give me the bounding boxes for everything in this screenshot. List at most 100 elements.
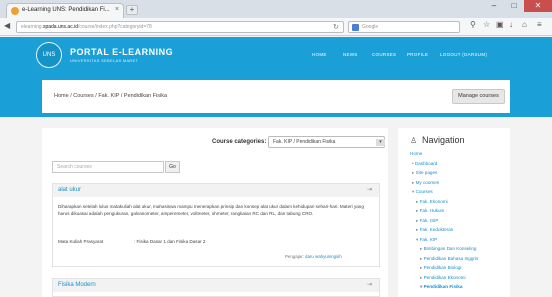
- search-courses-input[interactable]: Search courses: [52, 161, 164, 173]
- tree-marker-icon: ▸: [420, 265, 423, 270]
- sidebar-item-label: Courses: [415, 189, 433, 194]
- url-text: elearning.spada.uns.ac.id/course/index.p…: [21, 24, 152, 30]
- sidebar-item-label: Fak. ISIP: [419, 217, 439, 223]
- tree-marker-icon: ▸: [412, 179, 415, 185]
- sidebar-item-label: Fak. KIP: [419, 236, 438, 242]
- sidebar-item[interactable]: ▸ Pendidikan Ekonomi: [420, 275, 465, 281]
- menu-home[interactable]: HOME: [312, 52, 327, 57]
- sidebar-item-label: Pendidikan Fisika: [423, 284, 463, 289]
- sidebar-item-label: Site pages: [415, 170, 438, 175]
- tree-marker-icon: ▸: [416, 198, 419, 204]
- site-header: UNS PORTAL E-LEARNING UNIVERSITAS SEBELA…: [0, 37, 552, 75]
- sidebar-item[interactable]: ▾ Pendidikan Fisika: [420, 284, 462, 290]
- chevron-down-icon: ▾: [376, 139, 385, 146]
- sidebar-item[interactable]: ▾ Fak. KIP: [416, 237, 437, 243]
- menu-profile[interactable]: PROFILE: [407, 52, 428, 57]
- sidebar-item[interactable]: ▾ Courses: [412, 189, 433, 195]
- sidebar-item-label: Home: [410, 151, 423, 156]
- back-arrow-icon[interactable]: ◀: [4, 21, 10, 30]
- prerequisite-value: : Fisika Dasar 1 dan Fisika Dasar 2: [134, 239, 206, 244]
- menu-courses[interactable]: COURSES: [372, 52, 396, 57]
- window-close-button[interactable]: ✕: [524, 0, 552, 12]
- tab-close-icon[interactable]: ×: [115, 6, 119, 13]
- course-box: alat ukur ⇥ Diharapkan setelah lulus mat…: [52, 183, 380, 267]
- tree-marker-icon: ▸: [420, 246, 423, 251]
- new-tab-button[interactable]: +: [126, 5, 138, 15]
- menu-news[interactable]: NEWS: [343, 52, 358, 57]
- teacher-link[interactable]: daru wahyuningsih: [305, 254, 342, 259]
- search-icon[interactable]: ⚲: [470, 20, 476, 29]
- search-courses-placeholder: Search courses: [57, 164, 92, 170]
- sidebar-item-label: Pendidikan Bahasa Inggris: [423, 255, 479, 261]
- course-category-value: Fak. KIP / Pendidikan Fisika: [273, 139, 336, 145]
- tree-marker-icon: ▸: [416, 227, 419, 232]
- course-title-link[interactable]: alat ukur: [58, 187, 81, 193]
- course-header: alat ukur ⇥: [53, 184, 379, 197]
- breadcrumb[interactable]: Home / Courses / Fak. KIP / Pendidikan F…: [54, 93, 167, 99]
- tab-title: e-Learning UNS: Pendidikan Fi...: [22, 7, 110, 13]
- go-button[interactable]: Go: [165, 161, 180, 173]
- sidebar-item-label: My courses: [415, 179, 440, 185]
- sidebar-item[interactable]: ▸ Fak. Kedokteran: [416, 227, 453, 233]
- sidebar-item[interactable]: ▸ Fak. Ekonomi: [416, 199, 448, 205]
- menu-icon[interactable]: ≡: [537, 20, 542, 29]
- search-engine-icon: [352, 24, 359, 31]
- manage-courses-button[interactable]: Manage courses: [452, 89, 505, 104]
- star-icon[interactable]: ☆: [483, 20, 490, 29]
- browser-search-placeholder: Google: [362, 24, 379, 30]
- sidebar-item-label: Bimbingan Dan Konseling: [423, 246, 477, 251]
- tree-marker-icon: ▸: [412, 170, 415, 175]
- sidebar-item-label: Fak. Kedokteran: [419, 227, 454, 232]
- home-icon[interactable]: ⌂: [522, 20, 527, 29]
- tree-marker-icon: ▾: [416, 236, 419, 242]
- sidebar-item-label: Pendidikan Biologi: [423, 265, 462, 270]
- clipboard-icon[interactable]: ▣: [496, 20, 504, 29]
- url-bar[interactable]: elearning.spada.uns.ac.id/course/index.p…: [16, 21, 344, 33]
- reload-icon[interactable]: ↻: [333, 23, 339, 31]
- navigation-block: ♙ Navigation Home • Dashboard ▸ Site pages…: [398, 128, 510, 297]
- enrol-icon[interactable]: ⇥: [367, 186, 372, 193]
- browser-tab-bar: e-Learning UNS: Pendidikan Fi... × + – □…: [0, 0, 552, 18]
- sidebar-item[interactable]: ▸ Pendidikan Biologi: [420, 265, 461, 271]
- tree-marker-icon: ▸: [420, 255, 423, 261]
- sidebar-item[interactable]: ▸ Site pages: [412, 170, 437, 176]
- sidebar-item-label: Fak. Hukum: [419, 208, 445, 213]
- uns-logo[interactable]: UNS: [36, 42, 62, 68]
- breadcrumb-bar: Home / Courses / Fak. KIP / Pendidikan F…: [42, 80, 510, 113]
- sidebar-item[interactable]: ▸ Fak. Hukum: [416, 208, 444, 214]
- sidebar-item[interactable]: ▸ Pendidikan Bahasa Inggris: [420, 256, 478, 262]
- browser-search-box[interactable]: Google: [348, 21, 460, 33]
- course-box: Fisika Modern ⇥: [52, 278, 380, 297]
- tree-marker-icon: ▸: [420, 274, 423, 280]
- sidebar-item[interactable]: ▸ My courses: [412, 180, 439, 186]
- browser-tab[interactable]: e-Learning UNS: Pendidikan Fi... ×: [6, 3, 124, 18]
- site-subtitle: UNIVERSITAS SEBELAS MARET: [70, 58, 139, 63]
- moodle-favicon-icon: [11, 7, 19, 15]
- window-maximize-button[interactable]: □: [504, 0, 524, 12]
- sidebar-item-label: Fak. Ekonomi: [419, 198, 448, 204]
- tree-marker-icon: ▾: [420, 284, 423, 289]
- tree-marker-icon: ▾: [412, 189, 415, 194]
- sidebar-item[interactable]: ▸ Bimbingan Dan Konseling: [420, 246, 476, 252]
- site-name[interactable]: PORTAL E-LEARNING: [70, 47, 173, 57]
- menu-logout[interactable]: LOGOUT (DARSUM): [440, 52, 487, 57]
- navigation-title: Navigation: [422, 135, 465, 145]
- course-description: Diharapkan setelah lulus matakuliah alat…: [58, 204, 364, 216]
- download-icon[interactable]: ↓: [509, 20, 513, 29]
- course-category-select[interactable]: Fak. KIP / Pendidikan Fisika ▾: [268, 136, 385, 148]
- course-header: Fisika Modern ⇥: [53, 279, 379, 292]
- prerequisite-label: Mata Kuliah Prasyarat: [58, 239, 104, 244]
- main-content: Course categories: Fak. KIP / Pendidikan…: [42, 128, 388, 297]
- sidebar-item[interactable]: Home: [410, 151, 422, 156]
- tree-marker-icon: ▸: [416, 208, 419, 213]
- course-categories-label: Course categories:: [212, 139, 267, 145]
- tree-marker-icon: •: [412, 160, 414, 166]
- course-title-link[interactable]: Fisika Modern: [58, 282, 96, 288]
- window-minimize-button[interactable]: –: [484, 0, 504, 12]
- sidebar-item-label: Dashboard: [414, 160, 438, 166]
- sidebar-item[interactable]: ▸ Fak. ISIP: [416, 218, 439, 224]
- enrol-icon[interactable]: ⇥: [367, 281, 372, 288]
- course-teacher: Pengajar: daru wahyuningsih: [285, 254, 342, 259]
- sidebar-item[interactable]: • Dashboard: [412, 161, 437, 166]
- navigation-block-icon: ♙: [410, 136, 418, 145]
